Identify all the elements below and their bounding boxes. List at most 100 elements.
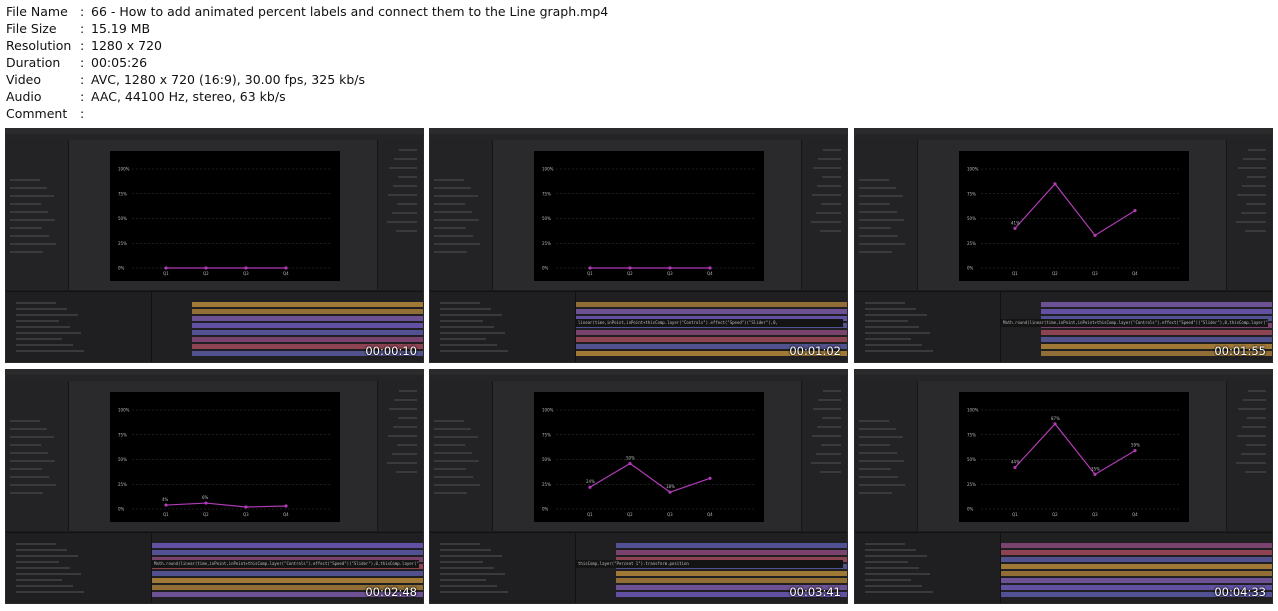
layer-row[interactable] (440, 344, 497, 346)
x-tick-label: Q1 (1012, 512, 1018, 517)
layer-row[interactable] (440, 543, 480, 545)
layer-row[interactable] (865, 314, 927, 316)
layer-row[interactable] (16, 320, 59, 322)
panel-row (387, 221, 417, 223)
track-bar[interactable] (1001, 578, 1272, 583)
track-bar[interactable] (1001, 550, 1272, 555)
track-bar[interactable] (576, 309, 847, 314)
layer-row[interactable] (440, 579, 486, 581)
layer-row[interactable] (16, 350, 84, 352)
layer-row[interactable] (16, 338, 62, 340)
track-bar[interactable] (1001, 564, 1272, 569)
line-graph: 0% 25% 50% 75% 100% Q1 Q2 Q3 Q4 4% 6% (118, 408, 332, 517)
ae-project-panel (6, 381, 69, 531)
track-bar[interactable] (152, 550, 423, 555)
layer-row[interactable] (865, 332, 930, 334)
layer-row[interactable] (440, 332, 505, 334)
layer-row[interactable] (16, 543, 56, 545)
layer-row[interactable] (865, 308, 916, 310)
layer-row[interactable] (865, 549, 916, 551)
layer-row[interactable] (865, 555, 927, 557)
track-bar[interactable] (576, 302, 847, 307)
track-bar[interactable] (1041, 309, 1272, 314)
layer-row[interactable] (440, 585, 497, 587)
layer-row[interactable] (865, 326, 919, 328)
track-bar[interactable] (616, 578, 847, 583)
layer-row[interactable] (16, 314, 78, 316)
track-bar[interactable] (616, 550, 847, 555)
layer-row[interactable] (440, 308, 491, 310)
layer-row[interactable] (865, 338, 911, 340)
video-thumbnail[interactable]: 0% 25% 50% 75% 100% Q1 Q2 Q3 Q4 00:00:10 (5, 128, 424, 363)
layer-row[interactable] (440, 549, 491, 551)
layer-row[interactable] (16, 302, 56, 304)
track-bar[interactable] (1001, 571, 1272, 576)
video-thumbnail[interactable]: 0% 25% 50% 75% 100% Q1 Q2 Q3 Q4 44% 87% 35% 59% 00:04… (854, 369, 1273, 604)
layer-row[interactable] (16, 326, 70, 328)
track-bar[interactable] (192, 323, 423, 328)
track-bar[interactable] (576, 330, 847, 335)
layer-row[interactable] (440, 555, 502, 557)
layer-row[interactable] (16, 573, 81, 575)
layer-row[interactable] (865, 585, 922, 587)
layer-row[interactable] (440, 314, 502, 316)
track-bar[interactable] (576, 337, 847, 342)
expression-editor[interactable]: thisComp.layer("Percent 1").transform.po… (576, 560, 843, 568)
layer-row[interactable] (16, 555, 78, 557)
layer-row[interactable] (865, 302, 905, 304)
layer-row[interactable] (16, 332, 81, 334)
layer-row[interactable] (16, 561, 59, 563)
layer-row[interactable] (440, 561, 483, 563)
track-bar[interactable] (1001, 543, 1272, 548)
video-thumbnail[interactable]: 0% 25% 50% 75% 100% Q1 Q2 Q3 Q4 41% Math.round(lin… (854, 128, 1273, 363)
layer-row[interactable] (440, 338, 486, 340)
layer-row[interactable] (440, 326, 494, 328)
layer-row[interactable] (440, 350, 508, 352)
video-thumbnail[interactable]: 0% 25% 50% 75% 100% Q1 Q2 Q3 Q4 linear(time,inPoi… (429, 128, 848, 363)
track-bar[interactable] (152, 578, 423, 583)
track-bar[interactable] (192, 302, 423, 307)
layer-row[interactable] (865, 561, 908, 563)
layer-row[interactable] (440, 573, 505, 575)
layer-row[interactable] (16, 549, 67, 551)
track-bar[interactable] (616, 543, 847, 548)
track-bar[interactable] (192, 316, 423, 321)
video-thumbnail[interactable]: 0% 25% 50% 75% 100% Q1 Q2 Q3 Q4 4% 6% Math.round(li… (5, 369, 424, 604)
layer-row[interactable] (865, 573, 930, 575)
expression-editor[interactable]: Math.round(linear(time,inPoint,inPoint+t… (1001, 319, 1268, 327)
layer-row[interactable] (440, 591, 508, 593)
layer-row[interactable] (440, 302, 480, 304)
layer-row[interactable] (16, 308, 67, 310)
layer-row[interactable] (865, 320, 908, 322)
y-tick-label: 75% (542, 432, 551, 437)
track-bar[interactable] (616, 571, 847, 576)
track-bar[interactable] (152, 543, 423, 548)
data-point (204, 266, 208, 270)
track-bar[interactable] (1041, 302, 1272, 307)
track-bar[interactable] (192, 330, 423, 335)
expression-editor[interactable]: Math.round(linear(time,inPoint,inPoint+t… (152, 560, 419, 568)
layer-row[interactable] (16, 344, 73, 346)
layer-row[interactable] (16, 585, 73, 587)
y-tick-label: 100% (967, 408, 979, 413)
track-bar[interactable] (1001, 557, 1272, 562)
layer-row[interactable] (865, 344, 922, 346)
track-bar[interactable] (152, 571, 423, 576)
layer-row[interactable] (865, 579, 911, 581)
layer-row[interactable] (440, 567, 494, 569)
track-bar[interactable] (192, 337, 423, 342)
expression-editor[interactable]: linear(time,inPoint,inPoint+thisComp.lay… (576, 319, 843, 327)
composition-viewer: 0% 25% 50% 75% 100% Q1 Q2 Q3 Q4 44% 87% 35% 59% (959, 392, 1189, 522)
layer-row[interactable] (16, 591, 84, 593)
layer-row[interactable] (16, 567, 70, 569)
layer-row[interactable] (865, 350, 933, 352)
layer-row[interactable] (440, 320, 483, 322)
layer-row[interactable] (16, 579, 62, 581)
layer-row[interactable] (865, 591, 933, 593)
layer-row[interactable] (865, 543, 905, 545)
video-thumbnail[interactable]: 0% 25% 50% 75% 100% Q1 Q2 Q3 Q4 24% 50% 18% thisComp… (429, 369, 848, 604)
layer-row[interactable] (865, 567, 919, 569)
track-bar[interactable] (192, 309, 423, 314)
track-bar[interactable] (1041, 330, 1272, 335)
track-bar[interactable] (1041, 337, 1272, 342)
